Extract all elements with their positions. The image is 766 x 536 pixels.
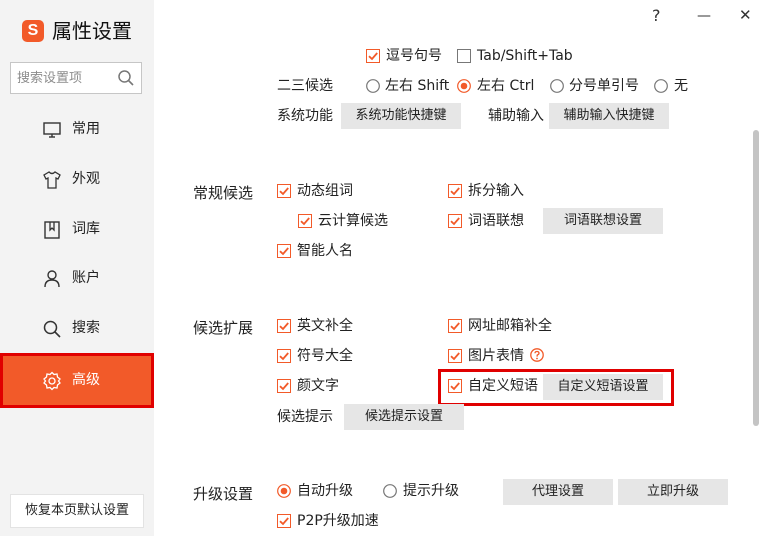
word-association-label: 词语联想 [468, 213, 524, 229]
candidate-extension-section: 候选扩展 [193, 319, 254, 337]
split-input-checkbox[interactable] [448, 184, 462, 198]
help-button[interactable]: ? [652, 6, 661, 25]
dynamic-phrase-label: 动态组词 [297, 183, 353, 199]
second-third-candidate-label: 二三候选 [277, 78, 333, 94]
smart-names-label: 智能人名 [297, 243, 353, 259]
assist-input-label: 辅助输入 [488, 108, 544, 124]
radio-none-label: 无 [674, 78, 688, 94]
search-icon [43, 320, 61, 338]
comma-period-checkbox[interactable] [366, 49, 380, 63]
comma-period-label: 逗号句号 [386, 48, 442, 64]
sidebar-item-label: 账户 [72, 270, 100, 286]
tab-shift-checkbox[interactable] [457, 49, 471, 63]
radio-lr-shift[interactable] [366, 79, 380, 93]
minimize-button[interactable]: — [697, 8, 711, 24]
sidebar-item-search[interactable]: 搜索 [0, 303, 154, 353]
p2p-upgrade-label: P2P升级加速 [297, 513, 379, 529]
sidebar-item-common[interactable]: 常用 [0, 104, 154, 154]
assist-shortcut-button[interactable]: 辅助输入快捷键 [549, 103, 669, 129]
radio-lr-shift-label: 左右 Shift [385, 78, 450, 94]
sidebar-item-account[interactable]: 账户 [0, 253, 154, 303]
word-association-checkbox[interactable] [448, 214, 462, 228]
prompt-upgrade-radio[interactable] [383, 484, 397, 498]
sogou-logo-icon: S [22, 20, 44, 42]
upgrade-section: 升级设置 [193, 485, 254, 503]
monitor-icon [43, 122, 61, 138]
sidebar-item-advanced[interactable]: 高级 [0, 353, 154, 408]
auto-upgrade-label: 自动升级 [297, 483, 353, 499]
scrollbar-thumb[interactable] [753, 130, 759, 426]
split-input-label: 拆分输入 [468, 183, 524, 199]
p2p-upgrade-checkbox[interactable] [277, 514, 291, 528]
cloud-candidates-checkbox[interactable] [298, 214, 312, 228]
english-complete-label: 英文补全 [297, 318, 353, 334]
image-emoji-checkbox[interactable] [448, 349, 462, 363]
help-circle-icon[interactable] [530, 348, 544, 362]
symbols-checkbox[interactable] [277, 349, 291, 363]
dynamic-phrase-checkbox[interactable] [277, 184, 291, 198]
upgrade-now-button[interactable]: 立即升级 [618, 479, 728, 505]
url-email-complete-label: 网址邮箱补全 [468, 318, 552, 334]
auto-upgrade-radio[interactable] [277, 484, 291, 498]
restore-defaults-button[interactable]: 恢复本页默认设置 [10, 494, 144, 528]
shirt-icon [43, 171, 61, 189]
word-association-settings-button[interactable]: 词语联想设置 [543, 208, 663, 234]
close-button[interactable]: ✕ [739, 6, 752, 24]
regular-candidates-section: 常规候选 [193, 184, 254, 202]
user-icon [44, 270, 60, 288]
gear-icon [43, 371, 61, 391]
radio-semicolon-quote[interactable] [550, 79, 564, 93]
radio-lr-ctrl[interactable] [457, 79, 471, 93]
radio-none[interactable] [654, 79, 668, 93]
highlight-annotation-box [438, 369, 674, 406]
sidebar-item-dictionary[interactable]: 词库 [0, 204, 154, 254]
system-function-label: 系统功能 [277, 108, 333, 124]
sidebar-item-label: 词库 [72, 221, 100, 237]
sidebar-item-appearance[interactable]: 外观 [0, 154, 154, 204]
tab-shift-label: Tab/Shift+Tab [477, 48, 573, 64]
kaomoji-checkbox[interactable] [277, 379, 291, 393]
sidebar-item-label: 外观 [72, 171, 100, 187]
candidate-hint-label: 候选提示 [277, 409, 333, 425]
search-input[interactable] [15, 67, 119, 89]
app-title: 属性设置 [52, 19, 132, 43]
search-icon[interactable] [117, 69, 135, 87]
sidebar-item-label: 搜索 [72, 320, 100, 336]
radio-semicolon-quote-label: 分号单引号 [569, 78, 639, 94]
prompt-upgrade-label: 提示升级 [403, 483, 459, 499]
url-email-complete-checkbox[interactable] [448, 319, 462, 333]
system-shortcut-button[interactable]: 系统功能快捷键 [341, 103, 461, 129]
book-icon [44, 221, 60, 239]
sidebar-item-label: 高级 [72, 372, 100, 388]
cloud-candidates-label: 云计算候选 [318, 213, 388, 229]
proxy-settings-button[interactable]: 代理设置 [503, 479, 613, 505]
kaomoji-label: 颜文字 [297, 378, 339, 394]
search-box[interactable] [10, 62, 142, 94]
english-complete-checkbox[interactable] [277, 319, 291, 333]
symbols-label: 符号大全 [297, 348, 353, 364]
radio-lr-ctrl-label: 左右 Ctrl [477, 78, 535, 94]
candidate-hint-settings-button[interactable]: 候选提示设置 [344, 404, 464, 430]
sidebar-item-label: 常用 [72, 121, 100, 137]
smart-names-checkbox[interactable] [277, 244, 291, 258]
image-emoji-label: 图片表情 [468, 348, 524, 364]
